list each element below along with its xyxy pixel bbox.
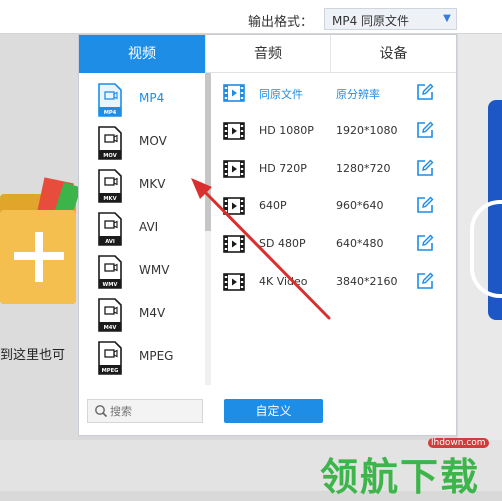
film-icon — [223, 197, 245, 216]
preset-row[interactable]: 4K Video 3840*2160 — [213, 264, 456, 302]
output-format-select[interactable]: MP4 同原文件 ▼ — [324, 8, 457, 30]
film-icon — [223, 121, 245, 140]
drop-hint-text: 到这里也可 — [0, 348, 66, 363]
tab-audio[interactable]: 音频 — [205, 35, 330, 73]
film-icon — [223, 159, 245, 178]
edit-icon[interactable] — [416, 121, 434, 139]
format-item-mkv[interactable]: MKV MKV — [79, 165, 203, 208]
search-icon — [95, 405, 108, 418]
video-file-icon: MKV — [98, 169, 122, 203]
format-popup: 视频 音频 设备 MP4 MP4 MOV MOV MKV MKV AVI AVI WMV WMV M… — [78, 34, 457, 436]
preset-name: SD 480P — [259, 237, 306, 251]
dropdown-arrow-icon[interactable]: ▼ — [438, 9, 456, 29]
format-item-avi[interactable]: AVI AVI — [79, 208, 203, 251]
format-tag: MOV — [103, 153, 116, 159]
search-input[interactable] — [110, 402, 196, 420]
preset-row[interactable]: 640P 960*640 — [213, 188, 456, 226]
format-item-wmv[interactable]: WMV WMV — [79, 251, 203, 294]
preset-name: HD 1080P — [259, 123, 314, 137]
format-tag: MKV — [103, 196, 116, 202]
output-format-label: 输出格式： — [248, 15, 314, 30]
format-item-mov[interactable]: MOV MOV — [79, 122, 203, 165]
film-icon — [223, 235, 245, 253]
video-file-icon: WMV — [98, 255, 122, 289]
right-panel-ring-shape — [470, 200, 502, 298]
tab-device[interactable]: 设备 — [330, 35, 456, 73]
format-list-scrollbar[interactable] — [205, 73, 211, 385]
format-tag: AVI — [105, 239, 115, 245]
preset-row[interactable]: 同原文件 原分辨率 — [213, 75, 456, 113]
edit-icon[interactable] — [416, 272, 434, 290]
format-item-mpeg[interactable]: MPEG MPEG — [79, 337, 203, 380]
format-name: MKV — [139, 177, 166, 191]
format-name: MP4 — [139, 91, 165, 105]
format-tag: MPEG — [102, 368, 119, 374]
format-name: M4V — [139, 306, 166, 320]
format-item-m4v[interactable]: M4V M4V — [79, 294, 203, 337]
preset-row[interactable]: HD 720P 1280*720 — [213, 151, 456, 189]
film-icon — [223, 273, 245, 291]
preset-resolution: 1920*1080 — [336, 123, 398, 137]
format-name: AVI — [139, 220, 159, 234]
output-format-value: MP4 同原文件 — [332, 14, 410, 28]
video-file-icon: M4V — [98, 298, 122, 332]
preset-resolution: 960*640 — [336, 199, 384, 213]
preset-name: 同原文件 — [259, 88, 303, 101]
edit-icon[interactable] — [416, 196, 434, 214]
preset-resolution: 1280*720 — [336, 161, 391, 175]
format-search[interactable] — [87, 399, 203, 423]
preset-name: 640P — [259, 199, 287, 213]
watermark-text: 领航下载 — [320, 455, 481, 499]
format-tag: M4V — [104, 325, 117, 331]
preset-row[interactable]: SD 480P 640*480 — [213, 226, 456, 264]
format-name: MOV — [139, 134, 167, 148]
custom-button[interactable]: 自定义 — [224, 399, 323, 423]
format-tabs: 视频 音频 设备 — [79, 35, 456, 73]
preset-resolution: 3840*2160 — [336, 275, 398, 288]
film-icon — [223, 84, 245, 102]
format-name: MPEG — [139, 349, 174, 363]
add-file-folder-icon[interactable] — [0, 177, 82, 304]
preset-list: 同原文件 原分辨率 HD 1080P 1920*1080 HD 720P 1280*720… — [213, 73, 456, 385]
preset-row[interactable]: HD 1080P 1920*1080 — [213, 113, 456, 151]
preset-name: 4K Video — [259, 275, 308, 288]
preset-name: HD 720P — [259, 161, 307, 175]
edit-icon[interactable] — [416, 234, 434, 252]
format-tag: WMV — [103, 282, 118, 288]
video-file-icon: AVI — [98, 212, 122, 246]
preset-resolution: 原分辨率 — [336, 88, 380, 101]
edit-icon[interactable] — [416, 159, 434, 177]
video-file-icon: MP4 — [98, 83, 122, 117]
video-file-icon: MOV — [98, 126, 122, 160]
preset-resolution: 640*480 — [336, 237, 384, 251]
edit-icon[interactable] — [416, 83, 434, 101]
format-name: WMV — [139, 263, 170, 277]
video-file-icon: MPEG — [98, 341, 122, 375]
format-list: MP4 MP4 MOV MOV MKV MKV AVI AVI WMV WMV M4V M4V MPEG… — [79, 73, 205, 385]
format-item-mp4[interactable]: MP4 MP4 — [79, 79, 203, 122]
tab-video[interactable]: 视频 — [79, 35, 205, 73]
scrollbar-thumb[interactable] — [205, 73, 211, 231]
format-tag: MP4 — [104, 110, 117, 116]
